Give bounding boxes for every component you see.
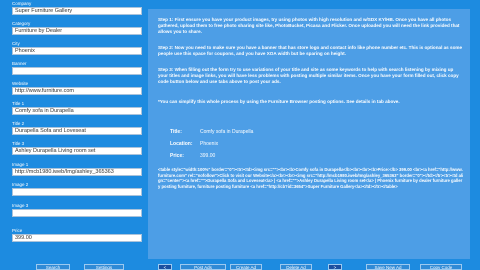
generated-html-code[interactable]: <table style="width:100%" border="0"><tr… [158,167,464,209]
image-2-field[interactable] [12,188,142,196]
price-field[interactable]: 399.00 [12,234,142,242]
title-2-label: Title 2 [12,121,25,126]
title-3-label: Title 3 [12,141,25,146]
image-1-label: Image 1 [12,162,29,167]
ad-form-panel: Company Super Furniture Gallery Category… [0,0,148,270]
image-3-field[interactable] [12,209,142,217]
copy-code-button[interactable]: Copy Code [420,264,462,270]
previous-button[interactable]: < [158,264,172,270]
image-1-field[interactable]: http://mcb1980.iweb/Img/ashley_365363 [12,168,142,176]
price-label: Price [12,228,23,233]
banner-field[interactable] [12,67,142,75]
preview-panel: Step 1: First ensure you have your produ… [148,9,470,259]
website-label: Website [12,81,29,86]
city-label: City [12,41,20,46]
category-label: Category [12,21,31,26]
title-1-label: Title 1 [12,101,25,106]
summary-title-label: Title: [170,129,182,135]
city-field[interactable]: Phoenix [12,47,142,55]
step-3-text: Step 3: When filling out the form try to… [158,67,459,84]
create-ad-button[interactable]: Create Ad [230,264,262,270]
save-new-ad-button[interactable]: Save New Ad [366,264,410,270]
banner-label: Banner [12,61,27,66]
step-2-text: Step 2: Now you need to make sure you ha… [158,45,463,56]
company-field[interactable]: Super Furniture Gallery [12,7,142,15]
summary-location-value: Phoenix [200,141,219,147]
tip-text: *You can simplify this whole process by … [158,99,400,104]
post-ads-button[interactable]: Post Ads [180,264,226,270]
image-3-label: Image 3 [12,203,29,208]
next-button[interactable]: > [328,264,342,270]
title-2-field[interactable]: Durapella Sofa and Loveseat [12,127,142,135]
title-3-field[interactable]: Ashley Durapella Living room set [12,147,142,155]
website-field[interactable]: http://www.furniture.com [12,87,142,95]
delete-ad-button[interactable]: Delete Ad [280,264,312,270]
category-field[interactable]: Furniture by Dealer [12,27,142,35]
title-1-field[interactable]: Comfy sofa in Durapella [12,107,142,115]
settings-button[interactable]: Settings [84,264,124,270]
summary-location-label: Location: [170,141,193,147]
summary-title-value: Comfy sofa in Durapella [200,129,254,135]
summary-price-value: 399.00 [200,153,216,159]
company-label: Company [12,1,32,6]
step-1-text: Step 1: First ensure you have your produ… [158,17,460,34]
search-button[interactable]: Search [36,264,70,270]
summary-price-label: Price: [170,153,184,159]
image-2-label: Image 2 [12,182,29,187]
